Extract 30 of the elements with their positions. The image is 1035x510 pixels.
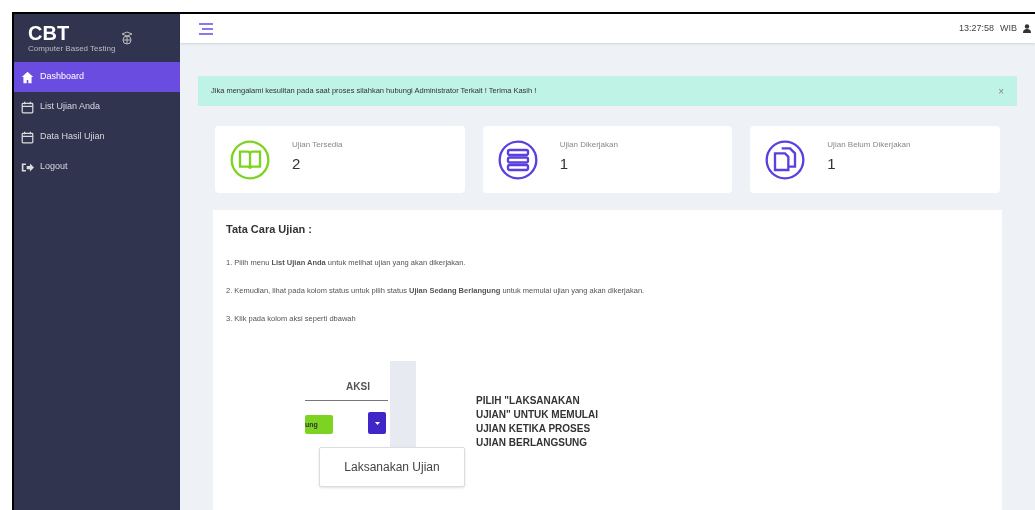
stat-value: 1 <box>559 154 569 175</box>
globe-cap-icon <box>121 31 134 45</box>
sidebar-item[interactable]: Dashboard <box>14 62 180 92</box>
caret-icon <box>374 421 380 425</box>
list-icon <box>497 139 538 180</box>
logo: CBT <box>28 23 71 43</box>
calendar-icon <box>21 100 34 114</box>
sidebar-item[interactable]: List Ujian Anda <box>14 92 180 122</box>
stat-label: Ujian Tersedia <box>292 139 343 152</box>
logo-tagline: Computer Based Testing <box>28 45 116 53</box>
sidebar-item[interactable]: Logout <box>14 152 180 182</box>
time-zone: WIB <box>1000 21 1017 35</box>
stat-value: 2 <box>292 154 302 175</box>
example-caption: PILIH "LAKSANAKAN UJIAN" UNTUK MEMULAI UJIAN KETIKA PROSES UJIAN BERLANGSUNG <box>476 394 599 451</box>
stat-label: Ujian Dikerjakan <box>559 139 618 152</box>
sidebar-item[interactable]: Data Hasil Ujian <box>14 122 180 152</box>
stat-label: Ujian Belum Dikerjakan <box>827 139 911 152</box>
book-icon <box>230 139 270 180</box>
column-header: AKSI <box>346 380 370 395</box>
logout-icon <box>21 160 34 174</box>
clock-time: 13:27:58 <box>958 21 994 35</box>
stat-value: 1 <box>827 154 837 175</box>
home-icon <box>21 70 34 84</box>
guide-title: Tata Cara Ujian : <box>226 222 313 237</box>
menu-icon[interactable] <box>198 21 214 36</box>
calendar-icon <box>21 130 34 144</box>
copy-icon <box>765 139 806 180</box>
menu-item[interactable]: Laksanakan Ujian <box>319 447 465 488</box>
user-icon[interactable] <box>1023 24 1031 33</box>
dropdown-button[interactable] <box>368 412 386 435</box>
